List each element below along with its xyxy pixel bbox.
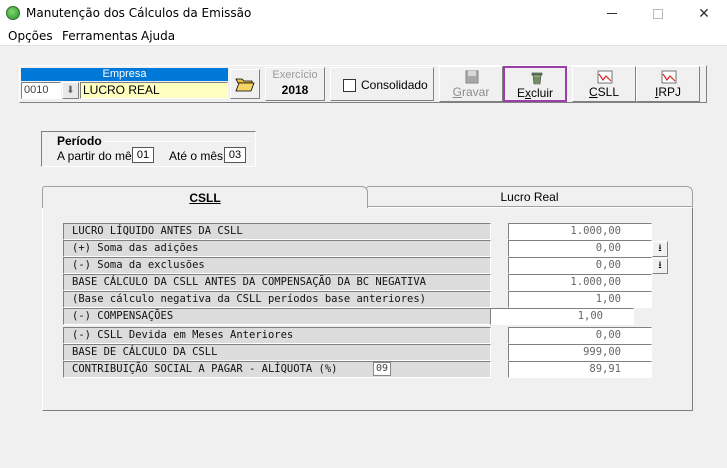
title-bar: Manutenção dos Cálculos da Emissão ✕: [0, 0, 727, 27]
excluir-label: Excluir: [516, 86, 554, 100]
arrow-down-icon: ⬇: [66, 85, 75, 96]
periodo-divider: [104, 141, 250, 142]
row-label: BASE DE CÁLCULO DA CSLL: [63, 344, 491, 361]
menu-opcoes[interactable]: Opções: [8, 29, 53, 43]
minimize-icon: [607, 13, 617, 14]
row-value[interactable]: 999,00: [508, 344, 652, 361]
consolidado-box: Consolidado: [330, 67, 434, 101]
chart-icon: [661, 70, 677, 84]
open-folder-button[interactable]: [230, 69, 260, 99]
excluir-button[interactable]: Excluir: [503, 66, 567, 102]
row-value[interactable]: 0,00: [508, 257, 652, 274]
exercicio-label: Exercício: [272, 69, 318, 81]
save-icon: [465, 70, 479, 84]
download-arrow-icon: ⭳: [658, 242, 662, 254]
app-icon: [6, 6, 20, 20]
consolidado-checkbox[interactable]: [343, 79, 356, 92]
ate-field[interactable]: 03: [224, 147, 246, 163]
periodo-title: Período: [57, 134, 102, 148]
row-label: (-) Soma da exclusões: [63, 257, 491, 274]
window-title: Manutenção dos Cálculos da Emissão: [26, 6, 252, 20]
row-label: BASE CÁLCULO DA CSLL ANTES DA COMPENSAÇÃ…: [63, 274, 491, 291]
row-label: LUCRO LÍQUIDO ANTES DA CSLL: [63, 223, 491, 240]
maximize-button[interactable]: [636, 0, 680, 27]
maximize-icon: [653, 8, 663, 19]
csll-label: CSLL: [588, 85, 620, 99]
empresa-code-field[interactable]: 0010: [21, 82, 61, 99]
irpj-button[interactable]: IRPJ: [636, 66, 700, 102]
empresa-header: Empresa: [21, 68, 228, 81]
close-icon: ✕: [698, 5, 710, 21]
row-label: (-) COMPENSAÇÕES: [63, 308, 491, 325]
row-value[interactable]: 89,91: [508, 361, 652, 378]
trash-icon: [531, 72, 543, 85]
consolidado-label: Consolidado: [361, 78, 428, 92]
exercicio-box: Exercício 2018: [265, 67, 325, 101]
empresa-lookup-button[interactable]: ⬇: [62, 82, 79, 99]
apartir-label: A partir do mês: [57, 149, 138, 163]
row-value[interactable]: 0,00: [508, 240, 652, 257]
apartir-field[interactable]: 01: [132, 147, 154, 163]
irpj-label: IRPJ: [654, 85, 681, 99]
minimize-button[interactable]: [590, 0, 634, 27]
csll-button[interactable]: CSLL: [572, 66, 636, 102]
open-folder-icon: [235, 78, 255, 92]
download-arrow-icon: ⭳: [658, 259, 662, 271]
adicoes-detail-button[interactable]: ⭳: [652, 241, 668, 257]
gravar-label-rest: ravar: [462, 85, 490, 99]
empresa-name-field[interactable]: LUCRO REAL: [80, 82, 228, 99]
tab-csll[interactable]: CSLL: [42, 186, 368, 208]
row-value[interactable]: 1.000,00: [508, 274, 652, 291]
menu-ajuda[interactable]: Ajuda: [141, 29, 175, 43]
close-button[interactable]: ✕: [682, 0, 726, 27]
gravar-label: Gravar: [452, 85, 490, 99]
row-label: (Base cálculo negativa da CSLL períodos …: [63, 291, 491, 308]
row-value[interactable]: 1.000,00: [508, 223, 652, 240]
exercicio-value: 2018: [281, 83, 309, 97]
chart-icon: [597, 70, 613, 84]
menu-bar: Opções Ferramentas Ajuda: [0, 27, 727, 46]
row-value[interactable]: 1,00: [490, 308, 634, 325]
exclusoes-detail-button[interactable]: ⭳: [652, 258, 668, 274]
gravar-button[interactable]: Gravar: [439, 66, 503, 102]
row-value[interactable]: 0,00: [508, 327, 652, 344]
menu-ferramentas[interactable]: Ferramentas: [62, 29, 138, 43]
row-value[interactable]: 1,00: [508, 291, 652, 308]
tab-lucro-real[interactable]: Lucro Real: [366, 186, 693, 207]
row-label: (-) CSLL Devida em Meses Anteriores: [63, 327, 491, 344]
ate-label: Até o mês: [169, 149, 224, 163]
aliquota-field[interactable]: 09: [373, 362, 391, 376]
row-label: CONTRIBUIÇÃO SOCIAL A PAGAR - ALÍQUOTA (…: [63, 361, 491, 378]
row-label: (+) Soma das adições: [63, 240, 491, 257]
